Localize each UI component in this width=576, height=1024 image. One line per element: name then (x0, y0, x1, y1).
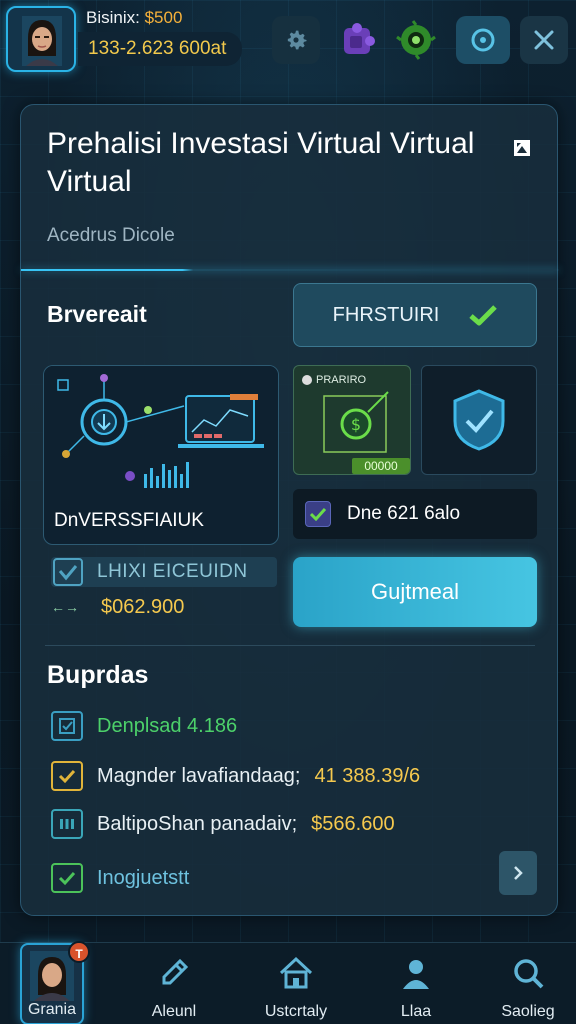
target-tile-title: PRARIRO (302, 374, 366, 386)
avatar-portrait-icon (22, 16, 62, 66)
list-item-checkbox[interactable] (51, 863, 83, 893)
list-item-label: Inogjuetstt (97, 866, 190, 889)
checkmark-icon (58, 871, 76, 886)
gear-icon (287, 30, 307, 50)
status-line: LHIXI EICEUIDN (51, 557, 277, 587)
confirm-checkbox[interactable] (305, 501, 331, 527)
status-checkbox[interactable] (53, 558, 83, 586)
user-money: $500 (144, 8, 183, 27)
edit-check-icon (59, 718, 75, 734)
nav-item-aleunl[interactable]: Aleunl (124, 943, 224, 1024)
list-title: Buprdas (47, 661, 149, 689)
target-small-icon (302, 375, 312, 386)
expand-button[interactable] (511, 137, 533, 159)
list-item[interactable]: Magnder lavafiandaag; 41 388.39/6 (51, 759, 511, 793)
price-line: ←→ $062.900 (51, 593, 277, 621)
list-item-value: $566.600 (311, 812, 395, 835)
circle-icon (471, 28, 495, 52)
status-label: LHIXI EICEUIDN (97, 561, 248, 582)
list-item-value: 41 388.39/6 (314, 764, 421, 787)
record-button[interactable] (456, 16, 510, 64)
shield-icon (453, 389, 505, 451)
security-tile[interactable] (421, 365, 537, 475)
user-balance: 133-2.623 600at (78, 32, 242, 66)
analytics-tile-label: DnVERSSFIAIUK (54, 510, 204, 531)
swap-arrow-icon: ←→ (51, 599, 79, 615)
filter-button[interactable]: FHRSTUIRI (293, 283, 537, 347)
section-label: Brvereait (47, 301, 147, 327)
svg-text:$: $ (351, 415, 361, 434)
nav-item-grania[interactable]: T Grania (20, 941, 90, 1024)
primary-action-button[interactable]: Gujtmeal (293, 557, 537, 627)
puzzle-icon (344, 23, 375, 54)
investment-card: Prehalisi Investasi Virtual Virtual Virt… (20, 104, 559, 916)
list-item-label: BaltipoShan panadaiv; (97, 812, 298, 835)
list-item[interactable]: BaltipoShan panadaiv; $566.600 (51, 807, 511, 841)
profile-avatar[interactable] (6, 6, 76, 72)
list-item[interactable]: Denplsad 4.186 (51, 709, 511, 743)
bars-icon (60, 819, 74, 829)
bottom-nav: T Grania Aleunl Ustcrtaly Llaa Saolieg (0, 941, 576, 1024)
chevron-right-icon (514, 866, 523, 880)
badge-button[interactable] (392, 16, 440, 64)
nav-label: Saolieg (501, 1003, 555, 1020)
confirm-check-row[interactable]: Dne 621 6alo (293, 489, 537, 539)
list-item-checkbox[interactable] (51, 711, 83, 741)
check-icon (469, 305, 498, 326)
list-item-checkbox[interactable] (51, 809, 83, 839)
search-icon (514, 959, 544, 989)
analytics-illustration-icon (44, 366, 278, 506)
notification-badge: T (68, 941, 90, 963)
list-item-label: Magnder lavafiandaag; (97, 764, 301, 787)
target-icon: $ (323, 391, 389, 453)
confirm-label: Dne 621 6alo (347, 503, 461, 524)
checkmark-icon (310, 507, 326, 521)
list-item-checkbox[interactable] (51, 761, 83, 791)
expand-icon (514, 140, 530, 156)
profile-avatar-icon (30, 951, 74, 1001)
settings-button[interactable] (272, 16, 320, 64)
checkmark-icon (58, 769, 76, 784)
pencil-icon (162, 958, 189, 985)
nav-label: Grania (27, 1001, 77, 1018)
close-button[interactable] (520, 16, 568, 64)
next-button[interactable] (499, 851, 537, 895)
user-info: Bisinix: $500 133-2.623 600at (78, 6, 242, 66)
nav-item-llaa[interactable]: Llaa (366, 943, 466, 1024)
checkmark-icon (58, 565, 78, 581)
badge-icon (396, 20, 436, 60)
filter-button-label: FHRSTUIRI (332, 303, 440, 326)
nav-label: Aleunl (151, 1003, 197, 1020)
analytics-tile[interactable]: DnVERSSFIAIUK (43, 365, 279, 545)
list-item[interactable]: Inogjuetstt (51, 861, 511, 895)
top-bar: Bisinix: $500 133-2.623 600at (0, 0, 576, 84)
nav-label: Llaa (400, 1003, 432, 1020)
target-tile-tag: 00000 (352, 458, 410, 474)
user-icon (403, 960, 429, 989)
divider (45, 645, 535, 646)
price-value: $062.900 (101, 595, 185, 618)
divider (21, 269, 559, 271)
user-name: Bisinix: $500 (86, 8, 183, 27)
target-tile[interactable]: PRARIRO $ 00000 (293, 365, 411, 475)
puzzle-button[interactable] (334, 16, 382, 64)
nav-label: Ustcrtaly (264, 1003, 328, 1020)
nav-item-ustcrtaly[interactable]: Ustcrtaly (246, 943, 346, 1024)
list-item-label: Denplsad 4.186 (97, 714, 238, 737)
close-icon (534, 30, 554, 50)
home-icon (279, 956, 313, 989)
card-title: Prehalisi Investasi Virtual Virtual Virt… (47, 127, 475, 198)
nav-item-saolieg[interactable]: Saolieg (478, 943, 576, 1024)
card-subtitle: Acedrus Dicole (47, 225, 175, 246)
